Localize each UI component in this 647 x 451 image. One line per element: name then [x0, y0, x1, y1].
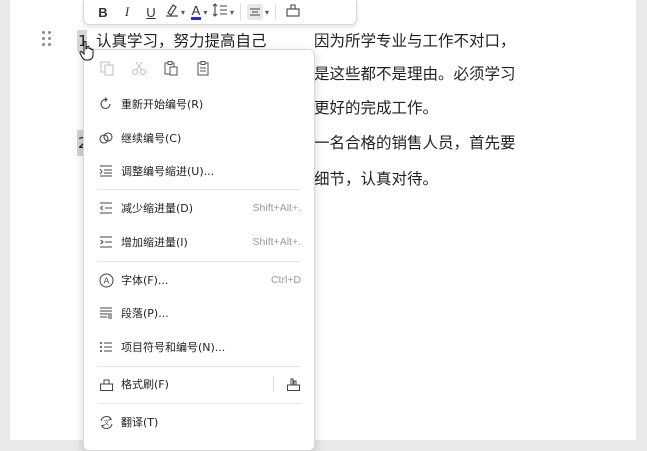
line-spacing-button[interactable]: ▾ [212, 1, 234, 23]
line-spacing-icon [212, 3, 228, 21]
menu-divider [98, 366, 301, 367]
menu-item-divider [273, 376, 274, 392]
menu-item-decrease-indent[interactable]: 减少缩进量(D) Shift+Alt+. [84, 193, 314, 223]
menu-item-increase-indent[interactable]: 增加缩进量(I) Shift+Alt+. [84, 227, 314, 257]
format-painter-toolbar-button[interactable] [282, 1, 304, 23]
bullets-numbering-icon [98, 339, 114, 355]
paragraph-icon [98, 305, 114, 321]
svg-text:A: A [103, 275, 109, 285]
toolbar-divider [240, 4, 242, 20]
clipboard-row [96, 58, 214, 78]
menu-item-restart-numbering[interactable]: 重新开始编号(R) [84, 89, 314, 119]
align-button[interactable]: ▾ [247, 1, 269, 23]
doc-line-1[interactable]: 因为所学专业与工作不对口， [314, 31, 516, 51]
menu-item-continue-numbering[interactable]: 继续编号(C) [84, 123, 314, 153]
paste-text-icon[interactable] [192, 58, 214, 78]
translate-icon: 文 [98, 414, 114, 430]
italic-button[interactable]: I [116, 1, 138, 23]
toolbar-divider [275, 4, 277, 20]
adjust-indent-icon [98, 163, 114, 179]
menu-item-font[interactable]: A 字体(F)... Ctrl+D [84, 265, 314, 295]
cut-icon[interactable] [128, 58, 150, 78]
menu-item-adjust-indent[interactable]: 调整编号缩进(U)... [84, 156, 314, 186]
chevron-down-icon: ▾ [230, 7, 235, 17]
menu-item-translate[interactable]: 文 翻译(T) [84, 407, 314, 437]
continue-numbering-icon [98, 130, 114, 146]
chevron-down-icon: ▾ [265, 7, 270, 17]
decrease-indent-icon [98, 200, 114, 216]
font-color-icon: A [190, 2, 202, 20]
context-menu: 重新开始编号(R) 继续编号(C) 调整编号缩进(U)... 减少缩进量(D) … [83, 49, 315, 451]
underline-button[interactable]: U [140, 1, 162, 23]
format-painter-icon [98, 376, 114, 392]
doc-line-2[interactable]: 是这些都不是理由。必须学习 [314, 64, 516, 84]
doc-line-5[interactable]: 细节，认真对待。 [314, 169, 438, 189]
svg-text:文: 文 [103, 419, 109, 427]
chevron-down-icon: ▾ [180, 7, 185, 17]
menu-divider [98, 189, 301, 190]
increase-indent-icon [98, 234, 114, 250]
restart-numbering-icon [98, 96, 114, 112]
menu-item-format-painter[interactable]: 格式刷(F) [84, 369, 314, 399]
paste-icon[interactable] [160, 58, 182, 78]
floating-format-toolbar: B I U ▾ A ▾ ▾ ▾ [83, 0, 357, 25]
align-center-icon [247, 4, 264, 20]
doc-line-3[interactable]: 更好的完成工作。 [314, 98, 438, 118]
bold-button[interactable]: B [92, 1, 114, 23]
highlighter-icon [165, 3, 179, 21]
font-color-button[interactable]: A ▾ [188, 1, 210, 23]
hand-cursor-icon [79, 40, 95, 65]
chevron-down-icon: ▾ [203, 7, 208, 17]
drag-handle-icon[interactable] [42, 31, 52, 47]
menu-item-bullets-numbering[interactable]: 项目符号和编号(N)... [84, 332, 314, 362]
menu-divider [98, 261, 301, 262]
highlight-button[interactable]: ▾ [164, 1, 186, 23]
format-painter-icon [285, 2, 301, 22]
menu-item-paragraph[interactable]: 段落(P)... [84, 298, 314, 328]
doc-line-1-left[interactable]: 认真学习，努力提高自己 [96, 31, 267, 51]
copy-icon[interactable] [96, 58, 118, 78]
doc-line-4[interactable]: 一名合格的销售人员，首先要 [314, 133, 516, 153]
format-painter-pin-icon[interactable] [286, 376, 302, 392]
font-icon: A [98, 272, 114, 288]
menu-divider [98, 403, 301, 404]
